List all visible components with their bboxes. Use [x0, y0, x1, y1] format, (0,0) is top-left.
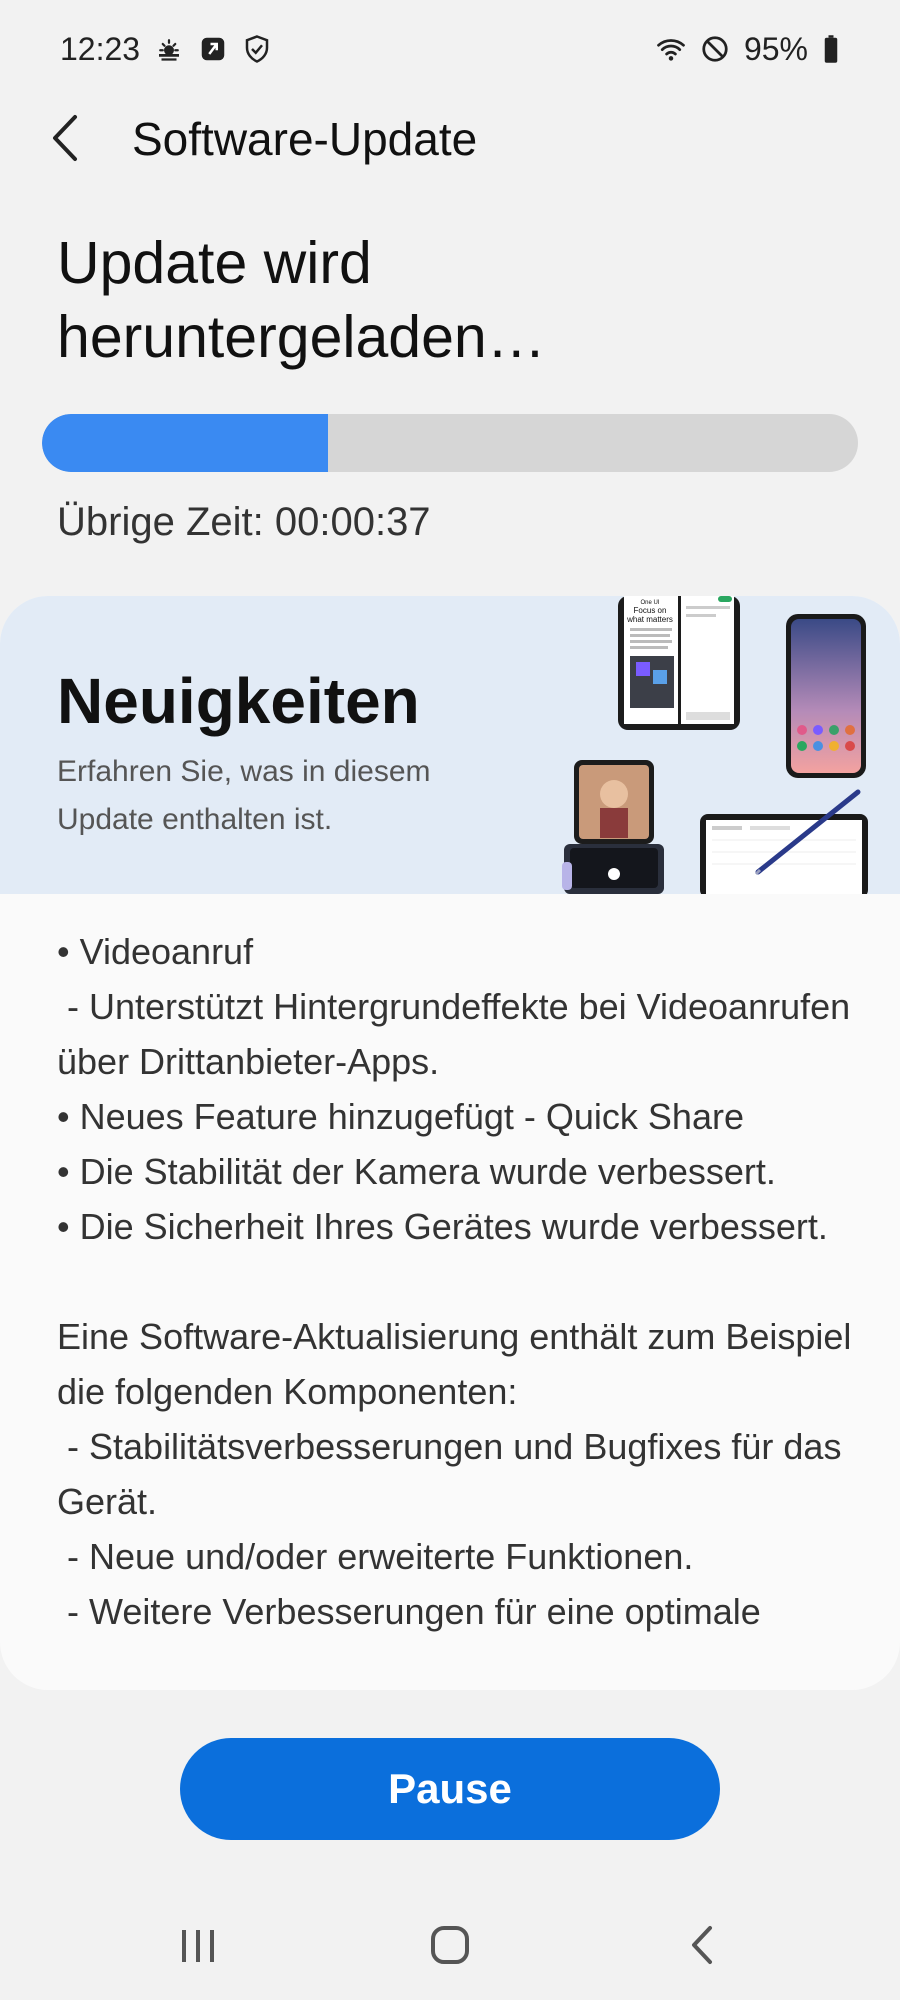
download-progress-bar — [42, 414, 858, 472]
release-note-line: • Die Stabilität der Kamera wurde verbes… — [57, 1151, 776, 1192]
wifi-icon — [656, 34, 686, 64]
news-title: Neuigkeiten — [57, 665, 420, 737]
news-subtitle: Erfahren Sie, was in diesem Update entha… — [57, 755, 431, 836]
tablet-device-image — [700, 789, 868, 894]
news-card[interactable]: Neuigkeiten Erfahren Sie, was in diesem … — [0, 596, 900, 1690]
weather-icon — [154, 34, 184, 64]
nav-back-button[interactable] — [672, 1922, 732, 1968]
chevron-left-icon — [53, 115, 77, 161]
status-bar-right: 95% — [656, 31, 840, 68]
release-note-line — [57, 1254, 857, 1309]
devices-illustration: One UI Focus on what matters — [562, 596, 868, 894]
release-note-line: • Videoanruf — [57, 931, 254, 972]
release-note-line: - Stabilitätsverbesserungen und Bugfixes… — [57, 1426, 852, 1522]
foldable-device-image: One UI Focus on what matters — [618, 596, 740, 730]
release-note-line: • Die Sicherheit Ihres Gerätes wurde ver… — [57, 1206, 828, 1247]
recents-button[interactable] — [168, 1922, 228, 1968]
progress-fill — [42, 414, 328, 472]
recents-icon — [182, 1930, 214, 1962]
release-notes: • Videoanruf - Unterstützt Hintergrundef… — [57, 924, 857, 1639]
remaining-time: Übrige Zeit: 00:00:37 — [57, 500, 431, 544]
dnd-icon — [700, 34, 730, 64]
app-header: Software-Update — [0, 98, 900, 178]
nfc-app-icon — [198, 34, 228, 64]
flip-phone-image — [562, 760, 664, 894]
status-bar-left: 12:23 — [60, 31, 272, 68]
news-banner: Neuigkeiten Erfahren Sie, was in diesem … — [0, 596, 900, 894]
pause-button[interactable]: Pause — [180, 1738, 720, 1840]
home-button[interactable] — [420, 1922, 480, 1968]
status-time: 12:23 — [60, 30, 141, 67]
battery-icon — [822, 34, 840, 64]
release-note-line: Eine Software-Aktualisierung enthält zum… — [57, 1316, 862, 1412]
device-screen-line: Focus on — [634, 606, 667, 615]
release-note-line: - Unterstützt Hintergrundeffekte bei Vid… — [57, 986, 861, 1082]
device-screen-line: what matters — [626, 615, 673, 624]
back-button[interactable] — [38, 106, 90, 170]
home-icon — [431, 1926, 469, 1964]
update-status-heading: Update wird heruntergeladen… — [57, 230, 546, 370]
back-icon — [692, 1926, 712, 1964]
system-navigation-bar — [0, 1900, 900, 1990]
release-note-line: - Neue und/oder erweiterte Funktionen. — [57, 1536, 694, 1577]
page-title: Software-Update — [132, 113, 478, 165]
release-note-line: • Neues Feature hinzugefügt - Quick Shar… — [57, 1096, 744, 1137]
shield-check-icon — [242, 34, 272, 64]
phone-device-image — [786, 614, 866, 778]
status-bar: 12:23 95% — [0, 0, 900, 98]
release-note-line: - Weitere Verbesserungen für eine optima… — [57, 1591, 761, 1632]
battery-percentage: 95% — [743, 30, 808, 67]
